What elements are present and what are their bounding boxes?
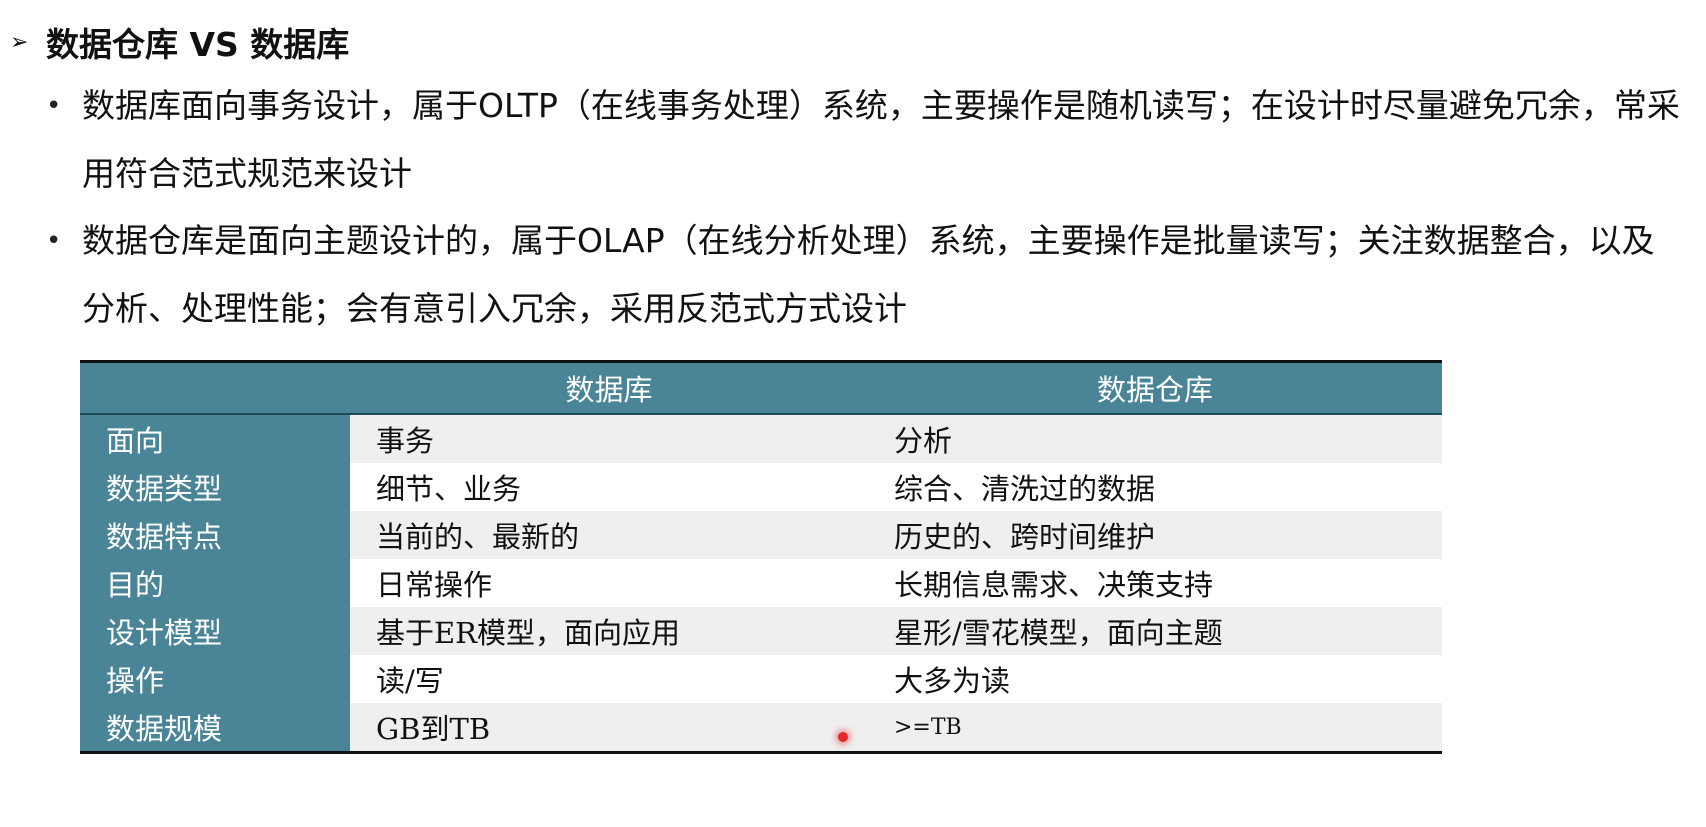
database-cell: 事务 — [350, 415, 868, 463]
bullet-item: • 数据库面向事务设计，属于OLTP（在线事务处理）系统，主要操作是随机读写；在… — [46, 72, 1682, 208]
slide: ➢ 数据仓库 VS 数据库 • 数据库面向事务设计，属于OLTP（在线事务处理）… — [0, 0, 1706, 827]
warehouse-cell: 长期信息需求、决策支持 — [868, 559, 1442, 607]
row-label-cell: 数据类型 — [80, 463, 350, 511]
comparison-table: 数据库 数据仓库 面向 事务 分析 数据类型 细节、业务 综合、清洗过的数据 数… — [80, 360, 1442, 754]
table-row: 目的 日常操作 长期信息需求、决策支持 — [80, 559, 1442, 607]
warehouse-cell: 大多为读 — [868, 655, 1442, 703]
warehouse-cell: 分析 — [868, 415, 1442, 463]
table-row: 数据类型 细节、业务 综合、清洗过的数据 — [80, 463, 1442, 511]
database-cell: 基于ER模型，面向应用 — [350, 607, 868, 655]
table-row: 数据特点 当前的、最新的 历史的、跨时间维护 — [80, 511, 1442, 559]
table-header-row: 数据库 数据仓库 — [80, 363, 1442, 415]
table-header-cell: 数据库 — [565, 373, 653, 407]
arrow-bullet-icon: ➢ — [10, 29, 29, 55]
table-row: 操作 读/写 大多为读 — [80, 655, 1442, 703]
database-cell: 日常操作 — [350, 559, 868, 607]
warehouse-cell: 综合、清洗过的数据 — [868, 463, 1442, 511]
bullet-text: 数据库面向事务设计，属于OLTP（在线事务处理）系统，主要操作是随机读写；在设计… — [82, 86, 1680, 193]
warehouse-cell: >=TB — [868, 703, 1442, 751]
bullet-dot-icon: • — [46, 226, 62, 256]
row-label-cell: 操作 — [80, 655, 350, 703]
table-row: 数据规模 GB到TB >=TB — [80, 703, 1442, 751]
bullet-dot-icon: • — [46, 91, 62, 121]
row-label-cell: 目的 — [80, 559, 350, 607]
database-cell: 细节、业务 — [350, 463, 868, 511]
table-row: 面向 事务 分析 — [80, 415, 1442, 463]
warehouse-cell: 星形/雪花模型，面向主题 — [868, 607, 1442, 655]
table-row: 设计模型 基于ER模型，面向应用 星形/雪花模型，面向主题 — [80, 607, 1442, 655]
row-label-cell: 数据特点 — [80, 511, 350, 559]
warehouse-cell: 历史的、跨时间维护 — [868, 511, 1442, 559]
database-cell: 当前的、最新的 — [350, 511, 868, 559]
slide-title: 数据仓库 VS 数据库 — [46, 25, 350, 64]
laser-pointer-dot — [838, 732, 848, 742]
row-label-cell: 设计模型 — [80, 607, 350, 655]
table-header-cell — [80, 363, 350, 413]
row-label-cell: 面向 — [80, 415, 350, 463]
table-header-cell: 数据仓库 — [1096, 373, 1213, 407]
row-label-cell: 数据规模 — [80, 703, 350, 751]
slide-heading: ➢ 数据仓库 VS 数据库 — [10, 18, 349, 66]
bullet-item: • 数据仓库是面向主题设计的，属于OLAP（在线分析处理）系统，主要操作是批量读… — [46, 207, 1682, 343]
database-cell: GB到TB — [350, 703, 868, 751]
database-cell: 读/写 — [350, 655, 868, 703]
bullet-text: 数据仓库是面向主题设计的，属于OLAP（在线分析处理）系统，主要操作是批量读写；… — [82, 221, 1655, 328]
